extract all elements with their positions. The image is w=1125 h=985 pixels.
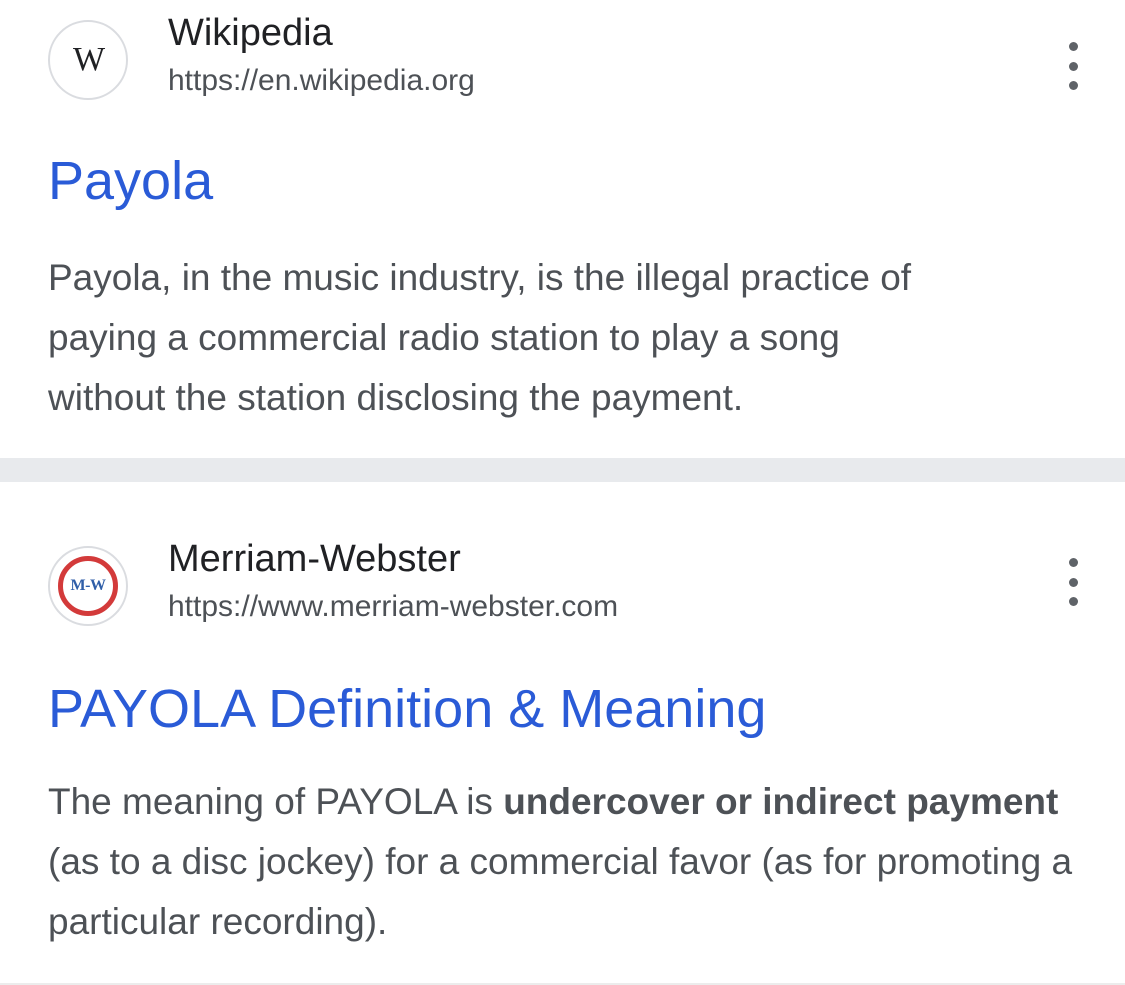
favicon-letters: M-W xyxy=(70,577,106,594)
snippet-line: without the station disclosing the payme… xyxy=(48,377,744,418)
more-options-icon[interactable] xyxy=(1058,42,1088,90)
result-title-link[interactable]: PAYOLA Definition & Meaning xyxy=(48,678,766,740)
favicon-ring: M-W xyxy=(58,556,118,616)
merriam-webster-favicon-icon: M-W xyxy=(48,546,128,626)
result-snippet: Payola, in the music industry, is the il… xyxy=(48,248,1078,428)
site-header[interactable]: W Wikipedia https://en.wikipedia.org xyxy=(48,12,1088,102)
menu-dot xyxy=(1068,577,1078,587)
site-name: Wikipedia xyxy=(168,12,333,54)
site-url: https://www.merriam-webster.com xyxy=(168,590,619,623)
snippet-line: Payola, in the music industry, is the il… xyxy=(48,257,912,298)
wikipedia-favicon-icon: W xyxy=(48,20,128,100)
search-result-wikipedia: W Wikipedia https://en.wikipedia.org Pay… xyxy=(0,0,1125,458)
menu-dot xyxy=(1068,558,1078,567)
menu-dot xyxy=(1068,61,1078,71)
snippet-line: paying a commercial radio station to pla… xyxy=(48,317,840,358)
menu-dot xyxy=(1068,597,1078,606)
site-header[interactable]: M-W Merriam-Webster https://www.merriam-… xyxy=(48,538,1088,628)
results-divider xyxy=(0,458,1125,482)
search-result-merriam-webster: M-W Merriam-Webster https://www.merriam-… xyxy=(0,482,1125,985)
result-title-link[interactable]: Payola xyxy=(48,150,213,212)
result-snippet: The meaning of PAYOLA is undercover or i… xyxy=(48,772,1078,952)
site-url: https://en.wikipedia.org xyxy=(168,64,475,97)
menu-dot xyxy=(1068,42,1078,51)
more-options-icon[interactable] xyxy=(1058,558,1088,606)
menu-dot xyxy=(1068,81,1078,90)
snippet-text: (as to a disc jockey) for a commercial f… xyxy=(48,841,1073,942)
site-name: Merriam-Webster xyxy=(168,538,461,580)
favicon-letter: W xyxy=(72,41,105,78)
snippet-text: The meaning of PAYOLA is xyxy=(48,781,504,822)
snippet-highlight: undercover or indirect payment xyxy=(503,781,1059,822)
